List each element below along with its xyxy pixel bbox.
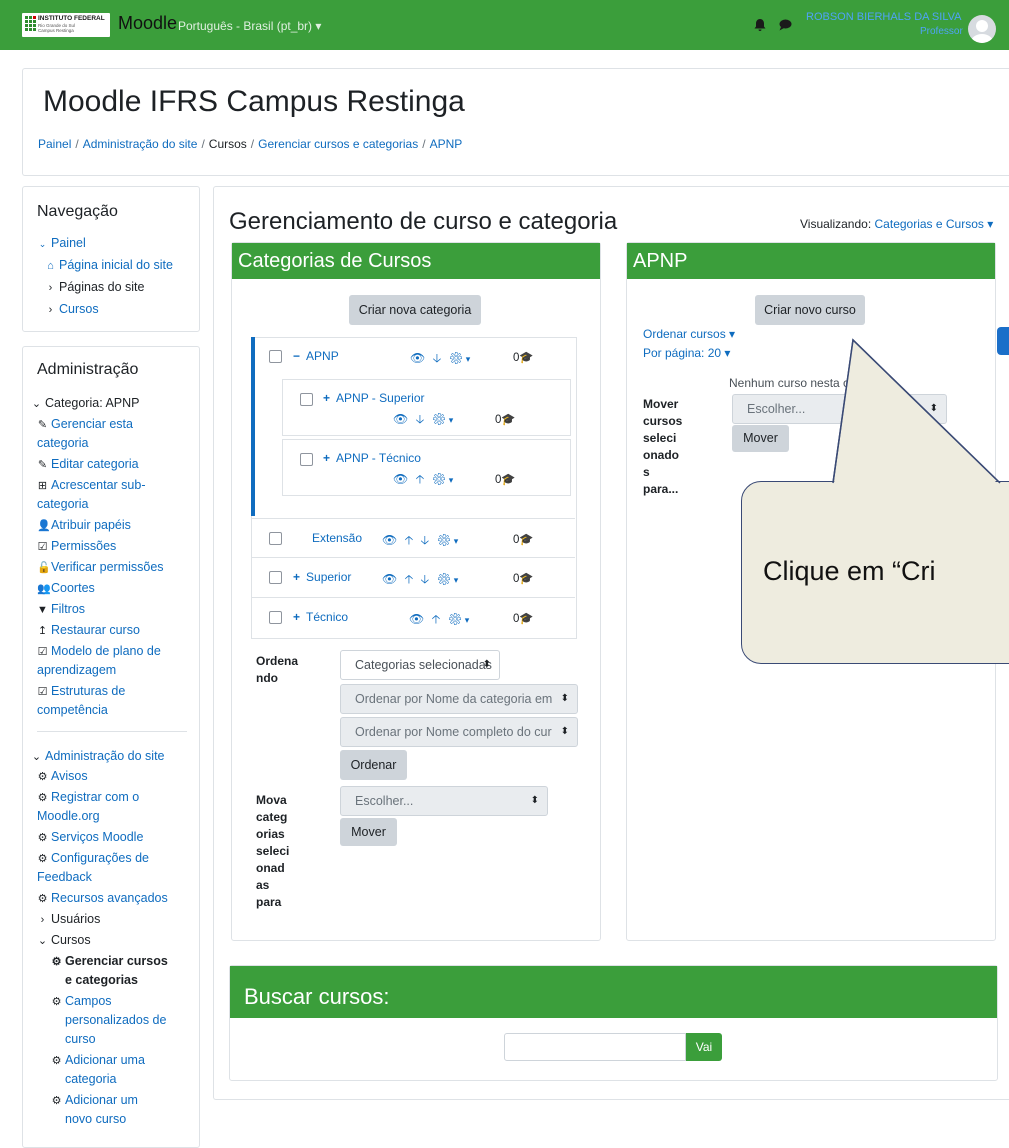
callout-text: Clique em “Cri (763, 556, 936, 586)
